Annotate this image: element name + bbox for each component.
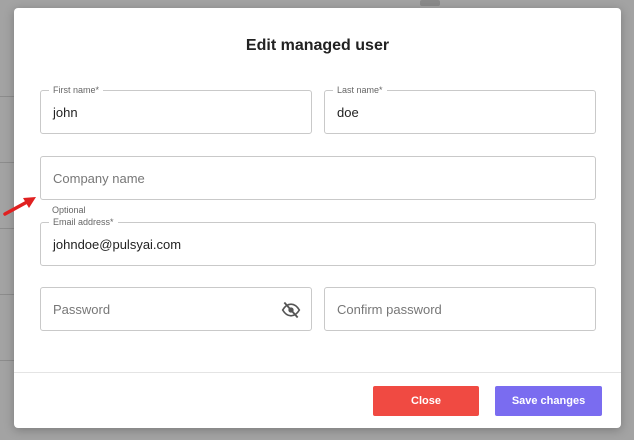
password-field[interactable]: Password xyxy=(40,287,312,331)
eye-off-icon[interactable] xyxy=(281,300,301,320)
background-divider xyxy=(0,228,14,229)
background-divider xyxy=(0,360,14,361)
background-tab xyxy=(420,0,440,6)
footer-divider xyxy=(14,372,621,373)
background-divider xyxy=(0,96,14,97)
annotation-arrow-icon xyxy=(3,197,36,216)
edit-user-modal: Edit managed user First name* john Last … xyxy=(14,8,621,428)
save-changes-button[interactable]: Save changes xyxy=(495,386,602,416)
email-value: johndoe@pulsyai.com xyxy=(53,236,182,252)
background-divider xyxy=(0,294,14,295)
last-name-field[interactable]: Last name* doe xyxy=(324,84,596,134)
background-divider xyxy=(0,162,14,163)
modal-title: Edit managed user xyxy=(245,37,390,54)
company-name-placeholder: Company name xyxy=(53,170,145,186)
company-name-field[interactable]: Company name xyxy=(40,156,596,200)
password-placeholder: Password xyxy=(53,301,111,317)
confirm-password-field[interactable]: Confirm password xyxy=(324,287,596,331)
last-name-value: doe xyxy=(337,104,359,120)
email-field[interactable]: Email address* johndoe@pulsyai.com xyxy=(40,216,596,266)
first-name-field[interactable]: First name* john xyxy=(40,84,312,134)
close-button[interactable]: Close xyxy=(373,386,479,416)
confirm-password-placeholder: Confirm password xyxy=(337,301,442,317)
first-name-value: john xyxy=(53,104,78,120)
company-name-helper: Optional xyxy=(52,205,86,215)
